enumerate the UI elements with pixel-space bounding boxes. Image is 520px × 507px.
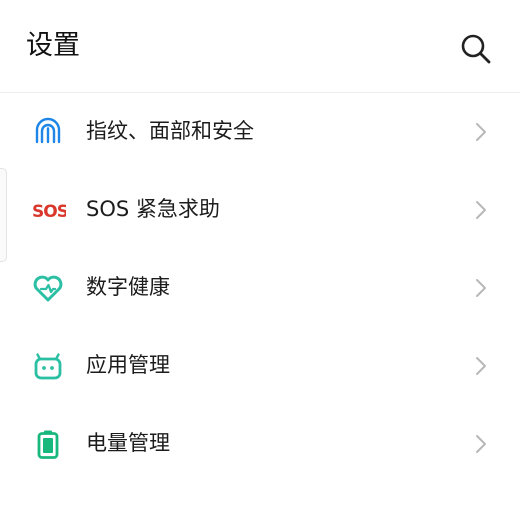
chevron-right-icon: [476, 279, 486, 297]
settings-item-sos[interactable]: SOS SOS 紧急求助: [0, 170, 520, 248]
app-management-icon: [34, 353, 62, 380]
fingerprint-icon: [35, 117, 61, 144]
chevron-right-icon: [476, 123, 486, 141]
settings-item-battery[interactable]: 电量管理: [0, 404, 520, 482]
settings-list: 指纹、面部和安全 SOS SOS 紧急求助 数字健康 应用管理 电量管理: [0, 92, 520, 482]
chevron-right-icon: [476, 201, 486, 219]
settings-item-security[interactable]: 指纹、面部和安全: [0, 92, 520, 170]
header: 设置: [0, 0, 520, 93]
sos-icon-text: SOS: [32, 202, 66, 222]
settings-item-label: SOS 紧急求助: [86, 197, 220, 221]
chevron-right-icon: [476, 435, 486, 453]
battery-icon: [37, 430, 59, 459]
chevron-right-icon: [476, 357, 486, 375]
settings-item-label: 数字健康: [86, 275, 170, 299]
settings-item-app-management[interactable]: 应用管理: [0, 326, 520, 404]
settings-item-label: 电量管理: [86, 431, 170, 455]
settings-item-label: 应用管理: [86, 353, 170, 377]
page-title: 设置: [26, 30, 80, 61]
search-button[interactable]: [458, 31, 494, 67]
sos-icon: SOS: [32, 202, 66, 222]
search-icon: [461, 34, 491, 64]
digital-wellbeing-icon: [33, 275, 63, 302]
settings-item-digital-wellbeing[interactable]: 数字健康: [0, 248, 520, 326]
settings-screen: 设置 指纹、面部和安全 SOS SOS 紧急求助 数字健康 应用管理 电量管理: [0, 0, 520, 507]
settings-item-label: 指纹、面部和安全: [86, 119, 254, 143]
